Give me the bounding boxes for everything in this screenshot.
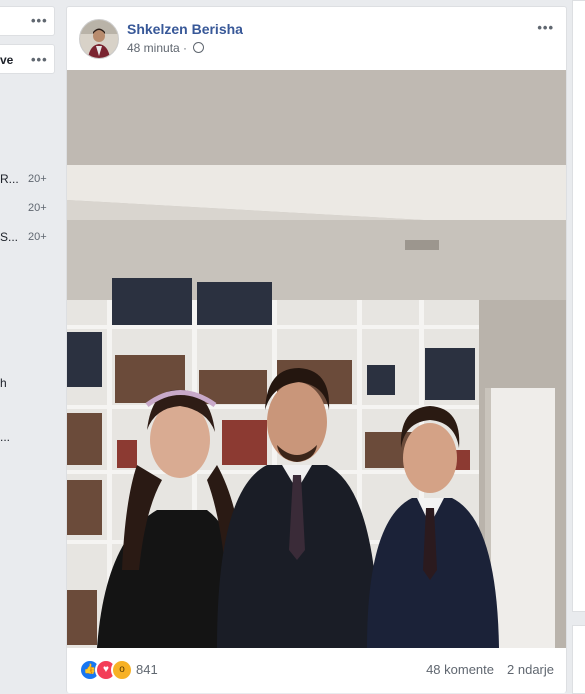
sidebar-card-top[interactable]: ••• (0, 6, 55, 36)
sidebar-card-second[interactable]: ve ••• (0, 44, 55, 74)
author-name-link[interactable]: Shkelzen Berisha (127, 21, 243, 37)
more-options-icon[interactable]: ••• (31, 53, 48, 66)
right-column-card (572, 0, 585, 612)
sidebar-row-label: S... (0, 230, 19, 244)
more-options-icon[interactable]: ••• (31, 14, 48, 27)
sidebar-row-count: 20+ (28, 173, 47, 185)
shares-count-link[interactable]: 2 ndarje (507, 662, 554, 677)
post-footer: 👍 ♥ o 841 48 komente 2 ndarje (67, 648, 566, 693)
post-card: Shkelzen Berisha 48 minuta · ••• 👍 ♥ o 8… (66, 6, 567, 693)
post-timestamp[interactable]: 48 minuta (127, 41, 180, 55)
sidebar-fragment: ... (0, 430, 11, 444)
sidebar-row[interactable]: R... 20+ (0, 170, 48, 190)
sidebar-row-count: 20+ (28, 202, 47, 214)
sidebar-card-label: ve (0, 53, 14, 67)
sidebar-row-count: 20+ (28, 231, 47, 243)
post-more-options-icon[interactable]: ••• (537, 21, 554, 34)
comments-count-link[interactable]: 48 komente (426, 662, 494, 677)
avatar-image (80, 20, 118, 58)
family-portrait-photo (67, 70, 566, 648)
reaction-count[interactable]: 841 (136, 662, 158, 677)
sidebar-fragment: h (0, 376, 7, 390)
meta-separator: · (183, 41, 188, 55)
public-globe-icon (193, 42, 205, 53)
sidebar-row-label: R... (0, 172, 19, 186)
post-photo[interactable] (67, 70, 566, 648)
post-meta: 48 minuta · (127, 41, 205, 55)
right-column-card (572, 625, 585, 694)
wow-icon: o (111, 659, 133, 681)
sidebar-row[interactable]: S... 20+ (0, 228, 48, 248)
sidebar-row[interactable]: 20+ (0, 199, 48, 219)
author-avatar[interactable] (79, 19, 119, 59)
